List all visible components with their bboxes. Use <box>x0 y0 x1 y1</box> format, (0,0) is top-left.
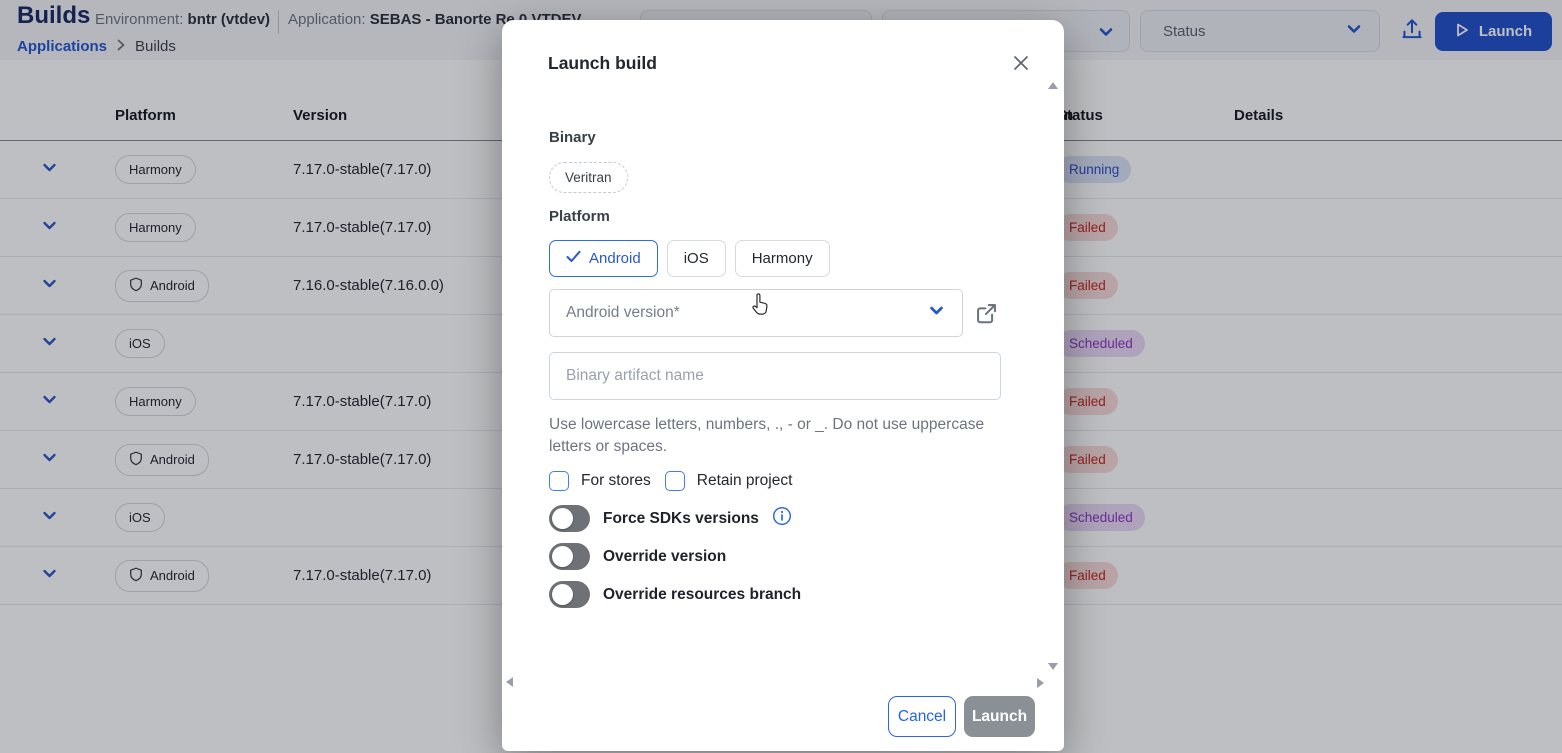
builds-page: Builds Environment: bntr (vtdev) Applica… <box>0 0 1562 753</box>
info-icon[interactable] <box>772 506 792 531</box>
override-resources-toggle[interactable] <box>549 581 590 608</box>
platform-section-label: Platform <box>549 208 610 225</box>
platform-option-label: iOS <box>684 250 709 267</box>
modal-launch-button[interactable]: Launch <box>964 696 1035 737</box>
scroll-down-arrow[interactable] <box>1048 663 1058 670</box>
force-sdks-toggle[interactable] <box>549 505 590 532</box>
retain-project-label: Retain project <box>697 472 793 490</box>
modal-title: Launch build <box>548 53 657 74</box>
binary-section-label: Binary <box>549 129 596 146</box>
override-resources-toggle-row: Override resources branch <box>549 581 801 608</box>
cancel-button[interactable]: Cancel <box>888 696 956 737</box>
force-sdks-toggle-row: Force SDKs versions <box>549 505 792 532</box>
toggle-knob <box>552 584 573 605</box>
platform-option-label: Harmony <box>752 250 813 267</box>
retain-project-checkbox-group[interactable]: Retain project <box>665 471 793 491</box>
android-version-select-placeholder: Android version* <box>566 304 680 322</box>
for-stores-checkbox-group[interactable]: For stores <box>549 471 651 491</box>
external-link-icon <box>973 315 1000 330</box>
close-button[interactable] <box>1008 51 1034 77</box>
modal-footer: Cancel Launch <box>888 696 1035 737</box>
override-version-toggle-row: Override version <box>549 543 726 570</box>
check-icon <box>566 250 581 267</box>
scroll-up-arrow[interactable] <box>1048 82 1058 89</box>
override-resources-label: Override resources branch <box>603 586 801 604</box>
binary-artifact-name-input[interactable] <box>549 352 1001 400</box>
checkbox-row: For stores Retain project <box>549 471 792 491</box>
force-sdks-label: Force SDKs versions <box>603 510 759 528</box>
platform-option-harmony[interactable]: Harmony <box>735 240 830 277</box>
platform-segmented-control: Android iOS Harmony <box>549 240 830 277</box>
override-version-label: Override version <box>603 548 726 566</box>
close-icon <box>1010 62 1032 77</box>
platform-option-ios[interactable]: iOS <box>667 240 726 277</box>
open-versions-external-button[interactable] <box>972 300 1000 328</box>
launch-build-modal: Launch build Binary Veritran Platform An… <box>502 20 1064 751</box>
binary-chip-veritran[interactable]: Veritran <box>549 162 628 193</box>
for-stores-label: For stores <box>581 472 651 490</box>
android-version-select[interactable]: Android version* <box>549 289 963 337</box>
platform-option-label: Android <box>589 250 641 267</box>
scroll-right-arrow[interactable] <box>1037 678 1044 688</box>
checkbox-icon[interactable] <box>549 471 569 491</box>
override-version-toggle[interactable] <box>549 543 590 570</box>
toggle-knob <box>552 546 573 567</box>
scroll-left-arrow[interactable] <box>506 677 513 687</box>
checkbox-icon[interactable] <box>665 471 685 491</box>
platform-option-android[interactable]: Android <box>549 240 658 277</box>
chevron-down-icon <box>927 302 946 324</box>
toggle-knob <box>552 508 573 529</box>
artifact-helper-text: Use lowercase letters, numbers, ., - or … <box>549 414 994 458</box>
